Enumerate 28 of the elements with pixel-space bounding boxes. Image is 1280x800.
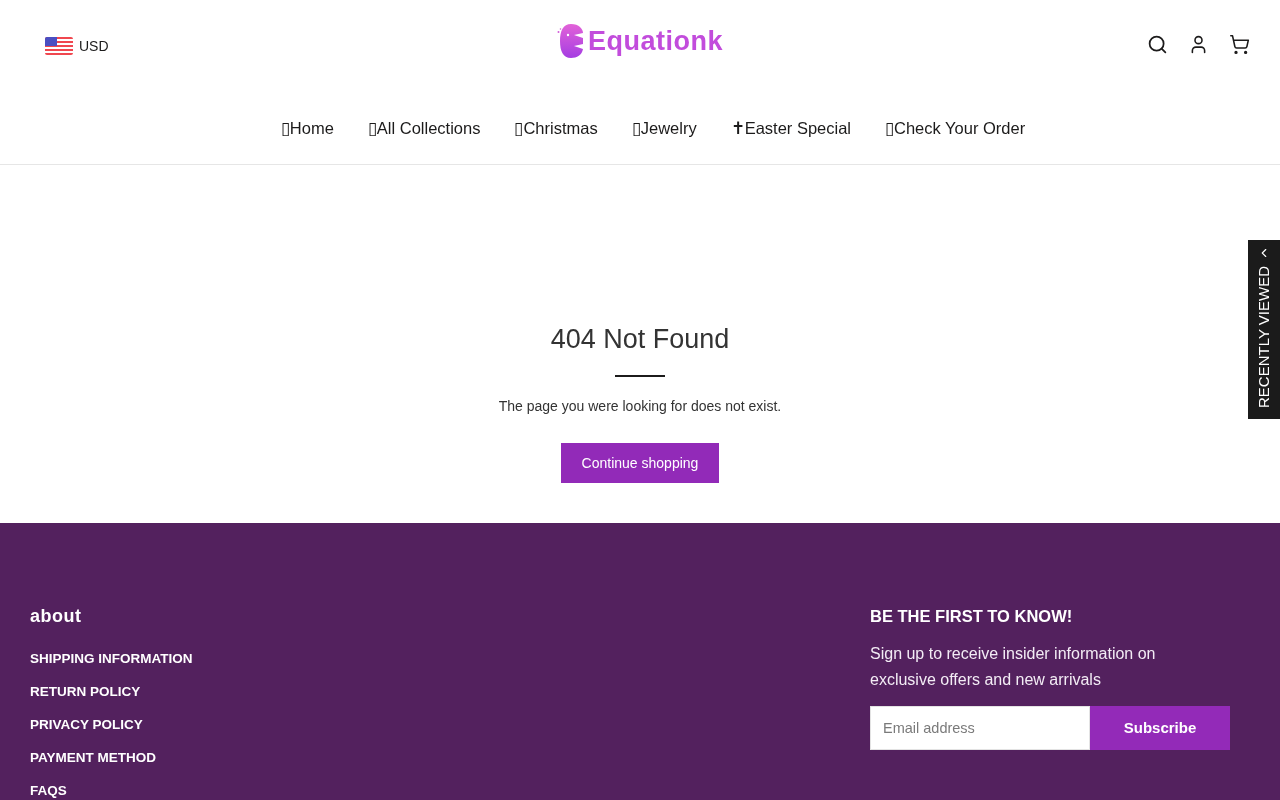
store-logo[interactable]: Equationk bbox=[557, 23, 723, 59]
currency-selector[interactable]: USD bbox=[45, 35, 109, 57]
subscribe-button[interactable]: Subscribe bbox=[1090, 706, 1230, 750]
cart-button[interactable] bbox=[1229, 33, 1250, 55]
error-message: The page you were looking for does not exist. bbox=[498, 397, 782, 416]
nav-link[interactable]: ▯Home bbox=[280, 117, 334, 139]
footer-link[interactable]: FAQS bbox=[30, 781, 193, 800]
newsletter-heading: BE THE FIRST TO KNOW! bbox=[870, 606, 1074, 627]
flag-icon bbox=[45, 37, 73, 55]
footer-heading: about bbox=[30, 605, 83, 628]
search-icon bbox=[1147, 33, 1168, 55]
footer-link[interactable]: PRIVACY POLICY bbox=[30, 715, 193, 735]
nav-link[interactable]: ▯Check Your Order bbox=[885, 117, 1026, 139]
logo-mark-icon bbox=[557, 23, 584, 59]
nav-link[interactable]: ▯All Collections bbox=[367, 117, 481, 139]
email-field[interactable]: Email address bbox=[870, 706, 1090, 750]
nav-link[interactable]: ✝Easter Special bbox=[730, 117, 852, 139]
continue-shopping-button[interactable]: Continue shopping bbox=[560, 443, 720, 483]
footer-link[interactable]: PAYMENT METHOD bbox=[30, 748, 193, 768]
page-title: 404 Not Found bbox=[550, 323, 730, 356]
search-button[interactable] bbox=[1147, 33, 1168, 55]
newsletter-text: Sign up to receive insider information on exclusive offers and new arrivals bbox=[870, 644, 1157, 690]
nav-link[interactable]: ▯Jewelry bbox=[631, 117, 697, 139]
recently-viewed-tab[interactable]: RECENTLY VIEWED bbox=[1248, 240, 1280, 419]
footer-link[interactable]: RETURN POLICY bbox=[30, 682, 193, 702]
footer-link[interactable]: SHIPPING INFORMATION bbox=[30, 649, 193, 669]
cart-icon bbox=[1229, 33, 1250, 55]
nav-link[interactable]: ▯Christmas bbox=[514, 117, 598, 139]
